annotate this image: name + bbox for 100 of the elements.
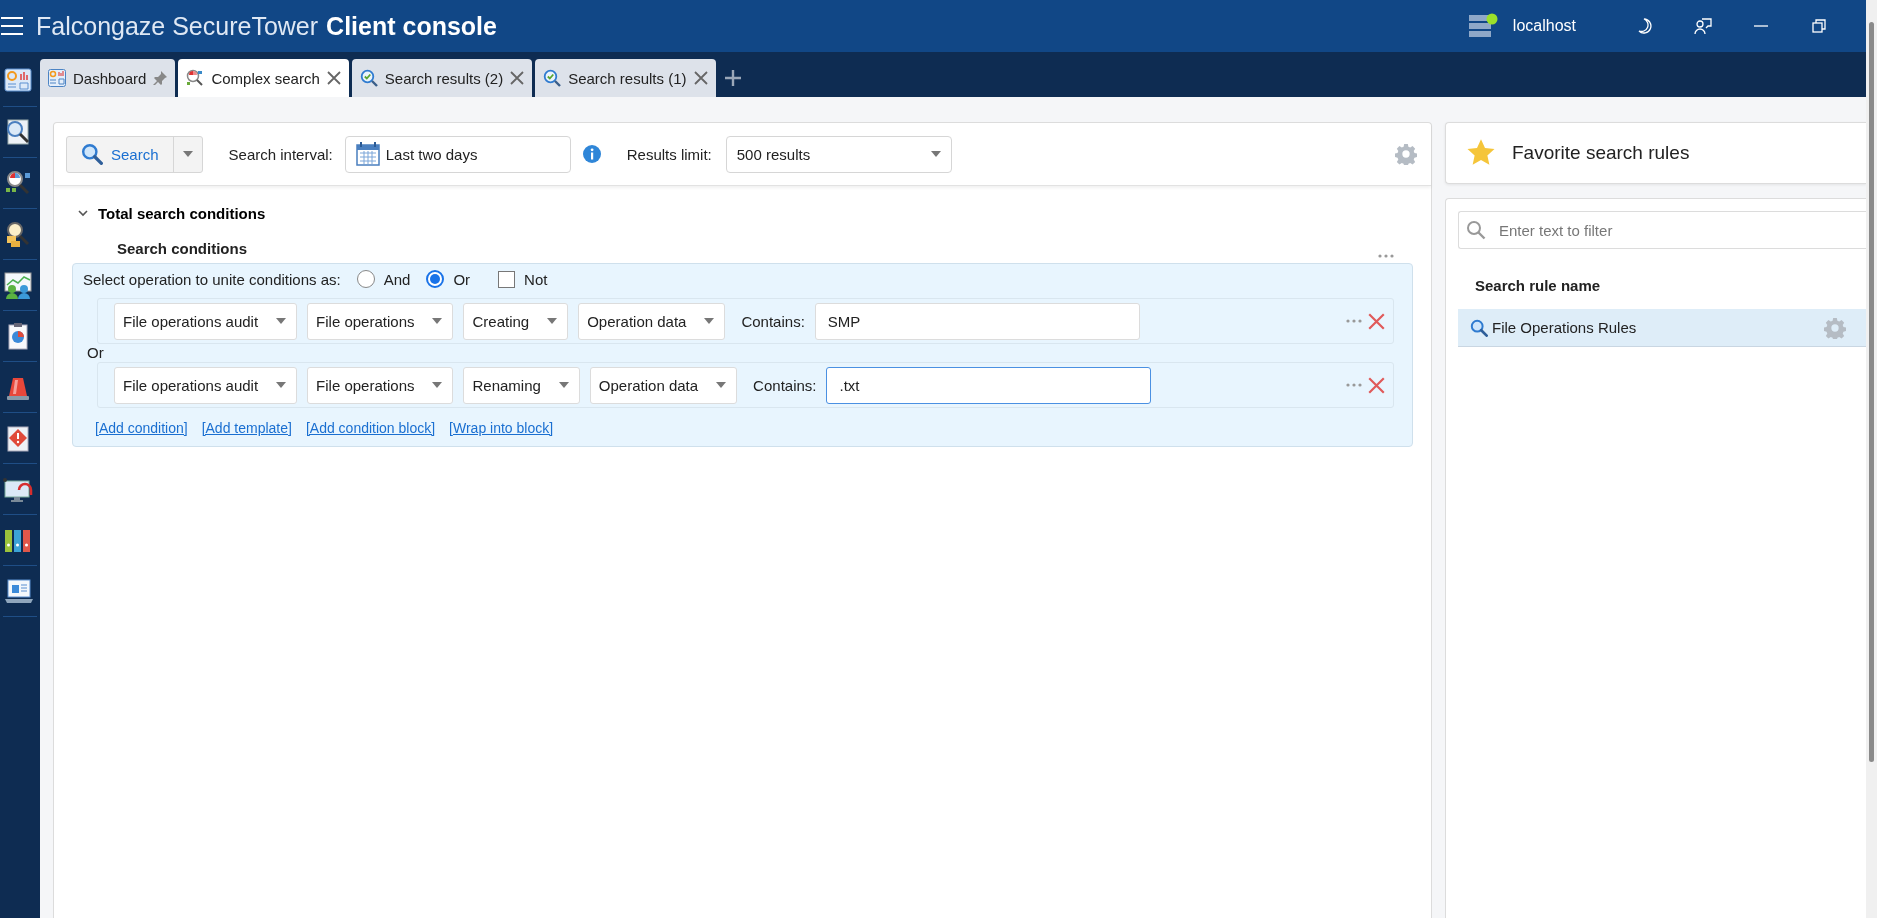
close-tab-button[interactable]: [693, 71, 708, 85]
limit-value: 500 results: [736, 145, 811, 163]
action-link[interactable]: [Add condition block]: [305, 420, 436, 436]
condition-dropdown[interactable]: File operations audit: [114, 366, 298, 404]
caret-icon: [276, 318, 287, 324]
subsection-title: Search conditions: [117, 240, 248, 257]
joiner-label: Or: [87, 345, 105, 361]
search-check-icon: [543, 69, 562, 87]
app-subtitle: Client console: [326, 11, 497, 41]
pin-icon: [153, 71, 168, 85]
app-name: Falcongaze SecureTower: [36, 11, 319, 41]
rule-row[interactable]: File Operations Rules: [1458, 309, 1866, 347]
caret-icon: [547, 318, 558, 324]
close-icon: [326, 71, 341, 85]
tab[interactable]: Dashboard: [40, 59, 176, 97]
close-tab-button[interactable]: [326, 71, 341, 85]
limit-dropdown[interactable]: 500 results: [725, 135, 952, 173]
dropdown-value: Operation data: [598, 376, 699, 394]
caret-icon: [704, 318, 715, 324]
tab[interactable]: Search results (2): [351, 59, 533, 97]
caret-icon: [558, 382, 569, 388]
radio-label: Or: [453, 270, 471, 288]
search-button[interactable]: Search: [67, 136, 174, 172]
menu-icon: [1, 17, 23, 35]
users-chart-icon: [3, 270, 33, 300]
contains-label: Contains:: [741, 312, 805, 330]
condition-dropdown[interactable]: File operations: [307, 366, 454, 404]
interval-label: Search interval:: [228, 145, 333, 163]
calendar-icon: [355, 142, 380, 166]
filter-field[interactable]: Enter text to filter: [1458, 211, 1866, 249]
settings-icon: [1824, 316, 1846, 339]
dropdown-value: Renaming: [472, 376, 541, 394]
dropdown-value: File operations: [316, 312, 415, 330]
dashboard-icon: [48, 69, 66, 87]
settings-icon: [1395, 143, 1417, 165]
chevron-icon: [78, 209, 88, 217]
condition-value-field[interactable]: SMP: [814, 302, 1140, 340]
search-check-icon: [359, 69, 378, 87]
caret-icon: [930, 151, 941, 157]
close-icon: [693, 71, 708, 85]
condition-dropdown[interactable]: Operation data: [578, 302, 726, 340]
radio-button[interactable]: [356, 270, 375, 288]
caret-icon: [432, 318, 443, 324]
radio-label: And: [383, 270, 411, 288]
column-header: Search rule name: [1475, 277, 1602, 296]
delete-icon: [1368, 376, 1385, 394]
checkbox-label: Not: [524, 270, 548, 288]
remove-button[interactable]: [1368, 312, 1385, 330]
interval-field[interactable]: Last two days: [344, 135, 571, 173]
plus-icon: [724, 70, 741, 86]
restore-icon: [1812, 19, 1826, 33]
more-icon: [1346, 383, 1362, 387]
caret-icon: [432, 382, 443, 388]
tab[interactable]: Search results (1): [535, 59, 716, 97]
user-chat-icon: [1694, 17, 1712, 35]
checkbox[interactable]: [498, 270, 516, 288]
condition-dropdown[interactable]: Operation data: [589, 366, 738, 404]
close-tab-button[interactable]: [510, 71, 525, 85]
laptop-icon: [3, 576, 33, 606]
section-title: Total search conditions: [98, 204, 266, 222]
search-icon: [81, 143, 103, 165]
field-value: SMP: [827, 312, 861, 330]
condition-dropdown[interactable]: Renaming: [463, 366, 580, 404]
dropdown-value: Operation data: [587, 312, 687, 330]
scrollbar[interactable]: [1866, 0, 1877, 918]
radio-button[interactable]: [426, 270, 445, 288]
server-name: localhost: [1512, 17, 1576, 35]
tab-label: Complex search: [211, 69, 320, 87]
field-value: .txt: [839, 376, 860, 394]
moon-icon: [1638, 18, 1652, 34]
remove-button[interactable]: [1368, 376, 1385, 394]
action-link[interactable]: [Add template]: [201, 420, 292, 436]
info-icon[interactable]: [582, 145, 601, 163]
pin-button[interactable]: [153, 71, 168, 85]
interval-value: Last two days: [385, 145, 478, 163]
condition-dropdown[interactable]: File operations audit: [114, 302, 298, 340]
close-icon: [510, 71, 525, 85]
section-toggle[interactable]: Total search conditions: [72, 200, 1413, 226]
more-icon: [1346, 319, 1362, 323]
unite-label: Select operation to unite conditions as:: [83, 270, 341, 288]
block-menu-button[interactable]: [1378, 254, 1394, 258]
caret-icon: [182, 151, 193, 157]
action-link[interactable]: [Add condition]: [95, 420, 188, 436]
tab[interactable]: Complex search: [178, 59, 349, 97]
condition-dropdown[interactable]: File operations: [307, 302, 454, 340]
condition-value-field[interactable]: .txt: [826, 366, 1152, 404]
tab-label: Dashboard: [73, 69, 147, 87]
dropdown-value: File operations audit: [123, 376, 259, 394]
caret-icon: [276, 382, 287, 388]
condition-dropdown[interactable]: Creating: [463, 302, 569, 340]
caret-icon: [716, 382, 727, 388]
search-icon: [1470, 318, 1488, 337]
tab-label: Search results (1): [568, 69, 687, 87]
chart-search-icon: [186, 69, 205, 87]
favorites-title: Favorite search rules: [1512, 142, 1690, 164]
rule-name: File Operations Rules: [1492, 319, 1637, 336]
row-menu-button[interactable]: [1346, 319, 1362, 323]
action-link[interactable]: [Wrap into block]: [449, 420, 554, 436]
dropdown-value: Creating: [472, 312, 530, 330]
row-menu-button[interactable]: [1346, 383, 1362, 387]
